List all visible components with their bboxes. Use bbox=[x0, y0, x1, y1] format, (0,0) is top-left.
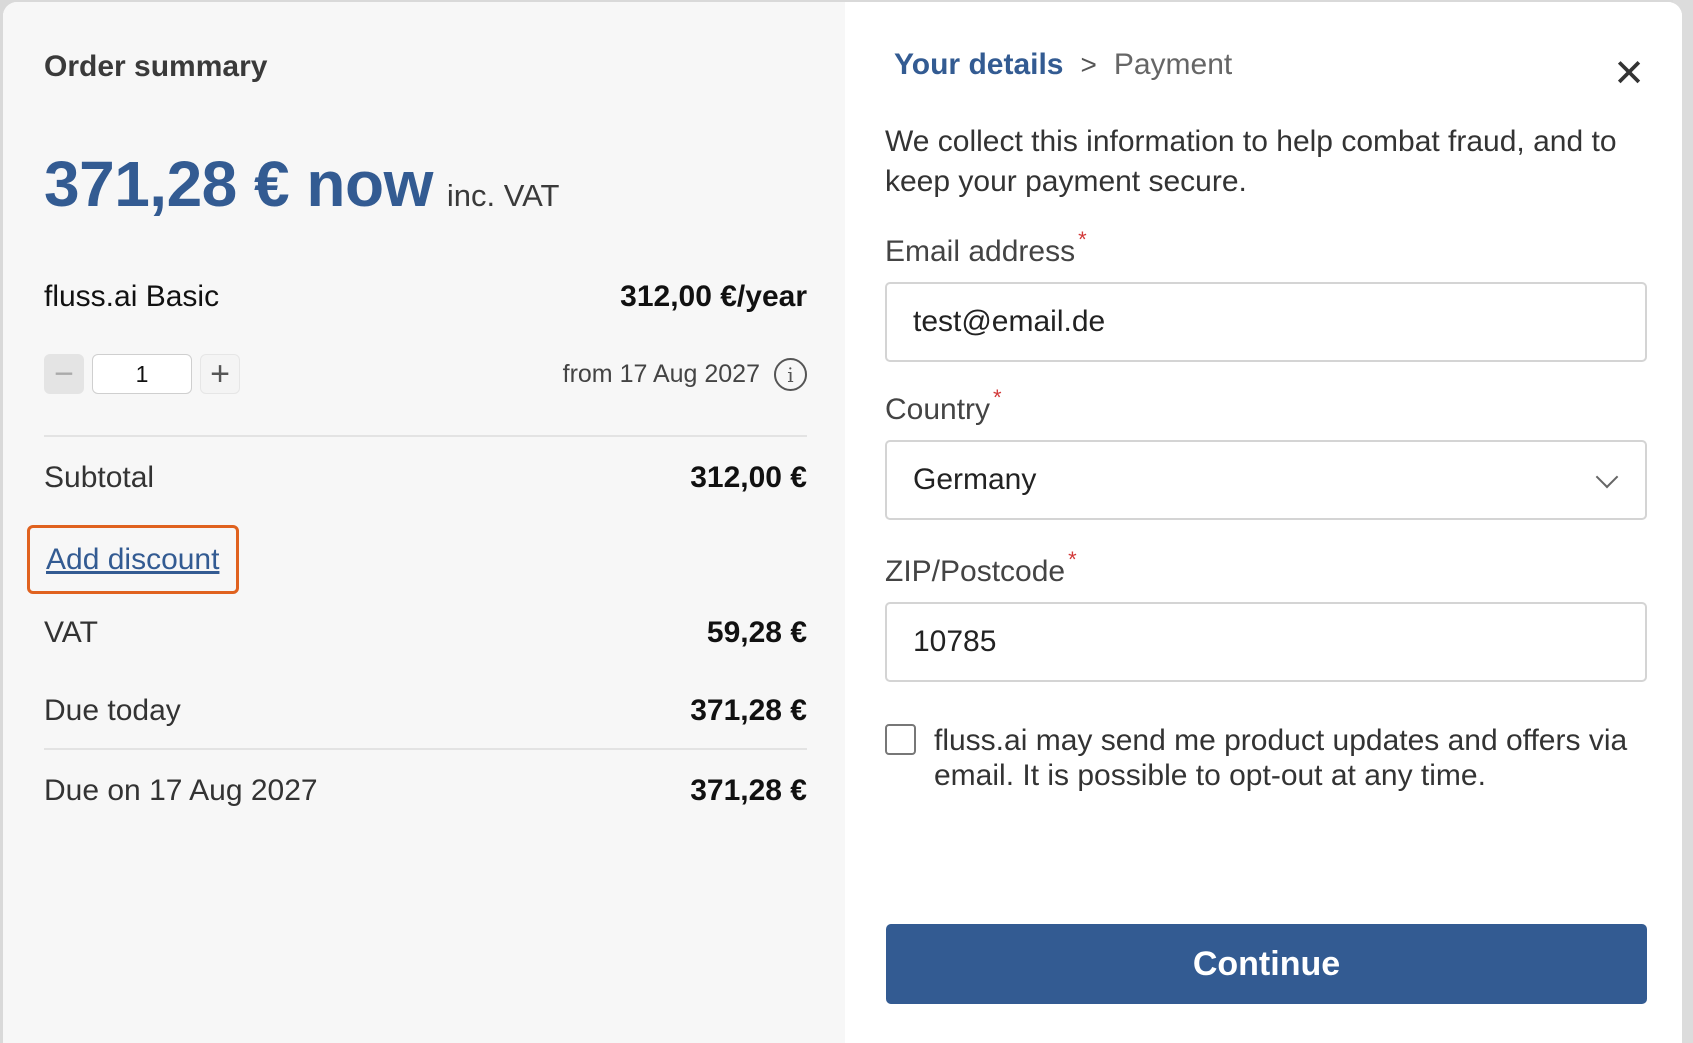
country-label: Country * bbox=[885, 385, 1002, 426]
due-later-row: Due on 17 Aug 2027 371,28 € bbox=[44, 774, 807, 808]
subtotal-label: Subtotal bbox=[44, 461, 155, 494]
subtotal-row: Subtotal 312,00 € bbox=[44, 461, 807, 495]
inc-vat-note: inc. VAT bbox=[446, 178, 560, 213]
country-selected-value: Germany bbox=[913, 463, 1037, 496]
vat-value: 59,28 € bbox=[706, 616, 807, 649]
zip-field[interactable]: 10785 bbox=[885, 602, 1647, 682]
breadcrumb-payment: Payment bbox=[1113, 48, 1233, 81]
order-summary-title: Order summary bbox=[44, 50, 268, 83]
product-row: fluss.ai Basic 312,00 €/year bbox=[44, 280, 807, 314]
total-now: 371,28 € now inc. VAT bbox=[44, 147, 559, 221]
required-marker: * bbox=[1078, 227, 1087, 252]
intro-text: We collect this information to help comb… bbox=[885, 125, 1617, 198]
chevron-down-icon bbox=[1595, 465, 1619, 489]
add-discount-focus-ring: Add discount bbox=[27, 525, 239, 594]
minus-icon: − bbox=[54, 354, 74, 393]
increase-quantity-button[interactable]: + bbox=[200, 354, 240, 394]
checkout-modal: Order summary 371,28 € now inc. VAT flus… bbox=[3, 2, 1682, 1043]
email-field[interactable]: test@email.de bbox=[885, 282, 1647, 362]
marketing-consent: fluss.ai may send me product updates and… bbox=[885, 723, 1634, 793]
close-icon: ✕ bbox=[1613, 52, 1645, 95]
breadcrumb: Your details > Payment bbox=[894, 48, 1232, 82]
divider bbox=[44, 748, 807, 750]
divider bbox=[44, 435, 807, 437]
product-name: fluss.ai Basic bbox=[44, 280, 220, 313]
continue-button[interactable]: Continue bbox=[886, 924, 1647, 1004]
decrease-quantity-button[interactable]: − bbox=[44, 354, 84, 394]
email-label: Email address * bbox=[885, 227, 1087, 268]
close-button[interactable]: ✕ bbox=[1613, 53, 1645, 95]
info-icon[interactable]: i bbox=[774, 358, 807, 391]
total-now-amount: 371,28 € now bbox=[44, 148, 433, 220]
renewal-date: from 17 Aug 2027 i bbox=[563, 358, 807, 391]
vat-label: VAT bbox=[44, 616, 98, 649]
breadcrumb-separator-icon: > bbox=[1080, 49, 1097, 80]
marketing-consent-text: fluss.ai may send me product updates and… bbox=[934, 724, 1628, 792]
product-price: 312,00 €/year bbox=[620, 280, 807, 313]
due-today-value: 371,28 € bbox=[690, 694, 807, 727]
quantity-stepper: − 1 + bbox=[44, 354, 240, 394]
due-later-value: 371,28 € bbox=[690, 774, 807, 807]
vat-row: VAT 59,28 € bbox=[44, 616, 807, 650]
marketing-consent-checkbox[interactable] bbox=[885, 724, 916, 755]
zip-label: ZIP/Postcode * bbox=[885, 547, 1077, 588]
required-marker: * bbox=[993, 385, 1002, 410]
subtotal-value: 312,00 € bbox=[690, 461, 807, 494]
country-select[interactable]: Germany bbox=[885, 440, 1647, 520]
quantity-input[interactable]: 1 bbox=[92, 354, 192, 394]
add-discount-link[interactable]: Add discount bbox=[46, 543, 219, 577]
due-later-label: Due on 17 Aug 2027 bbox=[44, 774, 318, 807]
details-panel: Your details > Payment ✕ We collect this… bbox=[845, 2, 1682, 1043]
due-today-label: Due today bbox=[44, 694, 181, 727]
renewal-date-text: from 17 Aug 2027 bbox=[562, 360, 760, 388]
due-today-row: Due today 371,28 € bbox=[44, 694, 807, 728]
plus-icon: + bbox=[210, 354, 230, 393]
breadcrumb-your-details: Your details bbox=[894, 48, 1064, 81]
order-summary-panel: Order summary 371,28 € now inc. VAT flus… bbox=[3, 2, 845, 1043]
required-marker: * bbox=[1068, 547, 1077, 572]
